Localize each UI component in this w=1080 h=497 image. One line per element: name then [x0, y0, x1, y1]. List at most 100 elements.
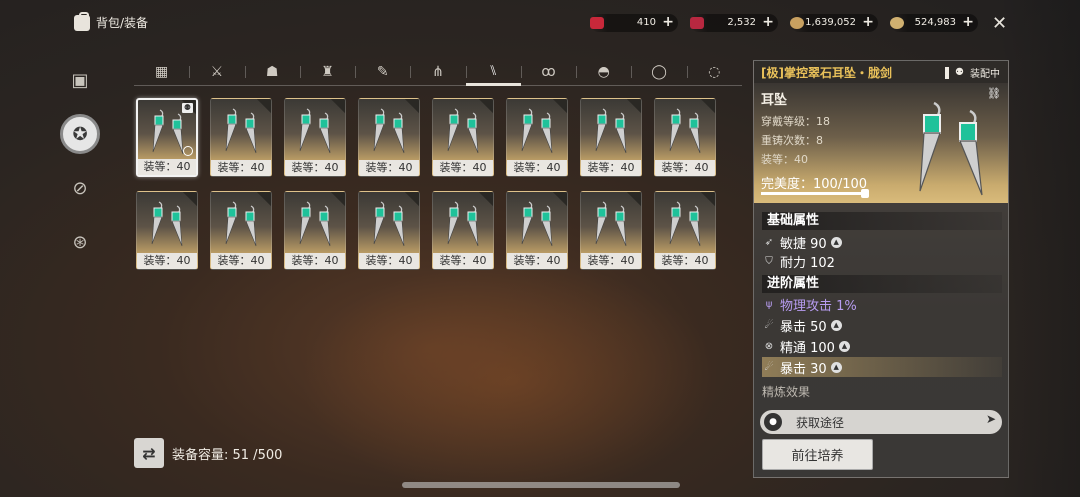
item-level: 装等：40 — [655, 253, 715, 269]
item-card[interactable]: 装等：40 — [580, 98, 642, 177]
item-level: 装等：40 — [507, 160, 567, 176]
tab-earring-icon[interactable]: ⑊ — [465, 58, 521, 86]
agility-icon: ➶ — [764, 236, 774, 248]
item-card[interactable]: 装等：40 — [210, 191, 272, 270]
item-level: 装等：40 — [137, 253, 197, 269]
earring-icon — [595, 108, 627, 154]
item-level: 装等：40 — [211, 253, 271, 269]
add-currency-button[interactable]: + — [962, 14, 974, 30]
tab-legs-icon[interactable]: ⋔ — [410, 58, 465, 86]
reforge-count: 重铸次数：8 — [761, 134, 823, 147]
gear-level: 装等：40 — [761, 153, 808, 166]
background-shade — [1000, 0, 1080, 497]
scrollbar[interactable] — [402, 482, 680, 488]
category-tabs: ▦ ⚔ ☗ ♜ ✎ ⋔ ⑊ ꝏ ◓ ◯ ◌ — [134, 58, 742, 86]
page-title: 背包/装备 — [74, 11, 149, 31]
arrow-right-icon: ➤ — [985, 412, 996, 426]
item-card[interactable]: 装等：40 — [284, 98, 346, 177]
tab-bowl-icon[interactable]: ◓ — [576, 58, 631, 86]
add-currency-button[interactable]: + — [662, 14, 674, 30]
currency-value: 410 — [636, 17, 656, 28]
currency-gold-coin[interactable]: 524,983 + — [890, 14, 978, 32]
item-card[interactable]: 装等：40 — [432, 98, 494, 177]
item-card[interactable]: 装等：40 — [654, 98, 716, 177]
nav-bag-icon[interactable]: ▣ — [60, 60, 100, 100]
item-preview-card: 耳坠 ⛓ 穿戴等级：18 重铸次数：8 装等：40 完美度：100/100 — [754, 83, 1008, 203]
swap-icon[interactable]: ⇄ — [134, 438, 164, 468]
perfection-label: 完美度：100/100 — [761, 177, 868, 192]
earring-icon — [225, 108, 257, 154]
adv-attrs-title: 进阶属性 — [762, 275, 1002, 293]
tab-helmet-icon[interactable]: ☗ — [244, 58, 300, 86]
red-crystal-icon — [690, 17, 704, 29]
currency-value: 1,639,052 — [805, 17, 856, 28]
tab-ring-alt-icon[interactable]: ◌ — [686, 58, 742, 86]
top-bar: 背包/装备 410 + 2,532 + 1,639,052 + 524,983 … — [0, 0, 1080, 48]
backpack-icon — [74, 11, 90, 31]
earring-icon — [447, 108, 479, 154]
capacity-bar: ⇄ 装备容量: 51 /500 — [134, 438, 282, 468]
crit-icon: ☄ — [764, 319, 774, 331]
source-button[interactable]: ● 获取途径 ➤ — [760, 410, 1002, 434]
item-card[interactable]: 装等：40 — [210, 98, 272, 177]
item-card[interactable]: 装等：40 — [506, 191, 568, 270]
upgrade-icon: ▲ — [830, 236, 842, 248]
item-card[interactable]: 装等：40 — [284, 191, 346, 270]
attr-physical-attack: ψ 物理攻击 1% — [762, 294, 1002, 314]
item-level: 装等：40 — [581, 253, 641, 269]
coin-icon — [790, 17, 804, 29]
tab-ring-icon[interactable]: ◯ — [631, 58, 686, 86]
earring-icon — [299, 108, 331, 154]
attr-crit-2: ☄ 暴击 30 ▲ — [762, 357, 1002, 377]
earring-large-icon — [919, 101, 983, 196]
attr-text: 暴击 50 — [780, 319, 827, 335]
item-card[interactable]: ⚉ 装等：40 — [136, 98, 198, 177]
item-card[interactable]: 装等：40 — [358, 98, 420, 177]
endurance-icon: ⛉ — [765, 255, 773, 267]
earring-icon — [595, 201, 627, 247]
red-gem-icon — [590, 17, 604, 29]
trident-icon: ψ — [765, 298, 773, 310]
marker-icon — [945, 66, 950, 79]
item-card[interactable]: 装等：40 — [432, 191, 494, 270]
person-icon: ⚉ — [955, 67, 964, 78]
tab-charm-icon[interactable]: ꝏ — [520, 58, 576, 86]
item-card[interactable]: 装等：40 — [358, 191, 420, 270]
currency-coin[interactable]: 1,639,052 + — [790, 14, 878, 32]
add-currency-button[interactable]: + — [862, 14, 874, 30]
location-pin-icon: ● — [764, 413, 782, 431]
item-card[interactable]: 装等：40 — [136, 191, 198, 270]
perfection-bar — [761, 192, 865, 195]
item-card[interactable]: 装等：40 — [506, 98, 568, 177]
tab-all-grid-icon[interactable]: ▦ — [134, 58, 189, 86]
tab-feather-icon[interactable]: ✎ — [355, 58, 410, 86]
currency-red-gem[interactable]: 410 + — [590, 14, 678, 32]
item-level: 装等：40 — [581, 160, 641, 176]
attr-agility: ➶ 敏捷 90 ▲ — [762, 232, 1002, 252]
currency-value: 524,983 — [914, 17, 956, 28]
item-level: 装等：40 — [211, 160, 271, 176]
add-currency-button[interactable]: + — [762, 14, 774, 30]
equipped-label: 装配中 — [970, 69, 1000, 80]
item-card[interactable]: 装等：40 — [580, 191, 642, 270]
earring-icon — [669, 201, 701, 247]
tab-armor-icon[interactable]: ♜ — [299, 58, 355, 86]
goto-cultivate-button[interactable]: 前往培养 — [762, 439, 873, 470]
nav-equipment-icon[interactable]: ✪ — [60, 114, 100, 154]
source-label: 获取途径 — [796, 415, 845, 430]
earring-icon — [521, 108, 553, 154]
close-icon[interactable]: ✕ — [992, 13, 1007, 34]
equipped-badge: ⚉ 装配中 — [945, 65, 1000, 80]
upgrade-icon: ▲ — [830, 319, 842, 331]
capacity-label: 装备容量: 51 /500 — [172, 447, 283, 463]
page-title-text: 背包/装备 — [96, 16, 149, 30]
nav-token-icon[interactable]: ⊘ — [60, 168, 100, 208]
tab-weapon-crossed-weapons-icon[interactable]: ⚔ — [189, 58, 244, 86]
currency-value: 2,532 — [727, 17, 756, 28]
item-level: 装等：40 — [359, 160, 419, 176]
item-card[interactable]: 装等：40 — [654, 191, 716, 270]
currency-red-crystal[interactable]: 2,532 + — [690, 14, 778, 32]
nav-group-icon[interactable]: ⊛ — [60, 222, 100, 262]
item-level: 装等：40 — [359, 253, 419, 269]
refine-effect-label: 精炼效果 — [762, 385, 811, 399]
